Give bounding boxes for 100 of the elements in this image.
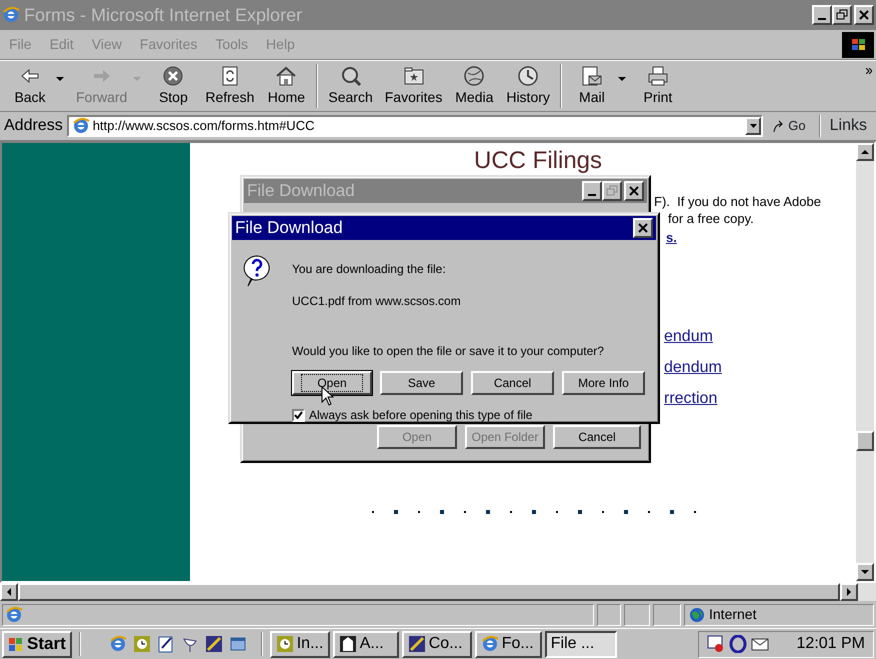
search-button[interactable]: Search [322, 64, 379, 108]
dialog-title: File Download [235, 217, 343, 240]
dialog-button[interactable]: Save [380, 371, 463, 395]
checkbox[interactable] [292, 408, 305, 422]
close-button[interactable] [854, 5, 874, 25]
close-icon [637, 222, 649, 234]
notepad-icon[interactable] [156, 634, 175, 653]
scroll-right-button[interactable] [840, 583, 858, 601]
print-button[interactable]: Print [632, 64, 684, 108]
back-button[interactable]: Back [4, 64, 56, 108]
dialog-button[interactable]: Cancel [553, 425, 641, 449]
arrow-down-icon [861, 570, 869, 574]
minimize-button[interactable] [812, 5, 832, 25]
taskbar-button[interactable]: In... [270, 630, 330, 658]
form-link[interactable]: dendum [664, 357, 722, 379]
checkbox-label: Always ask before opening this type of file [309, 407, 532, 424]
address-label: Address [4, 116, 63, 136]
window-icon[interactable] [228, 634, 247, 653]
dropdown-arrow[interactable] [618, 77, 626, 81]
address-field[interactable]: http://www.scsos.com/forms.htm#UCC [66, 115, 764, 137]
window-title: Forms - Microsoft Internet Explorer [24, 4, 302, 27]
arrow-right-icon [847, 588, 851, 596]
clock-text: 12:01 PM [796, 634, 865, 654]
taskbar-button[interactable]: A... [332, 630, 399, 658]
restore-button[interactable] [832, 5, 852, 25]
close-button[interactable] [624, 181, 644, 201]
taskbar-button[interactable]: Co... [402, 630, 472, 658]
dialog-button[interactable]: Cancel [471, 371, 554, 395]
scroll-down-button[interactable] [856, 563, 874, 581]
caret-icon [750, 124, 757, 128]
windows-logo-icon [8, 636, 24, 652]
status-pane [597, 604, 621, 626]
text-line: F). If you do not have Adobe [654, 193, 821, 210]
chevron-icon[interactable] [866, 68, 872, 74]
dropdown-arrow[interactable] [56, 77, 64, 81]
dialog-title: File Download [247, 180, 355, 202]
close-button[interactable] [633, 218, 653, 238]
restore-icon [836, 9, 848, 21]
clock-icon[interactable] [132, 634, 151, 653]
scrollbar-thumb[interactable] [856, 431, 874, 451]
page-status-icon [5, 606, 23, 624]
globe-icon [689, 606, 705, 622]
stop-icon [162, 64, 184, 86]
mail-button[interactable]: Mail [566, 64, 618, 108]
restore-icon [606, 185, 618, 197]
dialog-button[interactable]: More Info [562, 371, 645, 395]
app-icon [480, 635, 499, 653]
text-line: for a free copy. [668, 210, 754, 227]
history-button[interactable]: History [500, 64, 556, 108]
dialog-button[interactable]: Open [292, 371, 372, 395]
go-arrow-icon [772, 120, 784, 132]
pen-icon[interactable] [204, 634, 223, 653]
form-link[interactable]: endum [664, 326, 713, 348]
folder-icon [402, 64, 425, 86]
app-icon [408, 635, 426, 653]
close-icon [858, 9, 870, 21]
media-button[interactable]: Media [448, 64, 500, 108]
scroll-up-button[interactable] [856, 143, 874, 161]
minimize-icon [818, 18, 826, 20]
printer-icon [646, 64, 669, 86]
browser-icon[interactable] [108, 634, 127, 653]
start-button[interactable]: Start [2, 630, 72, 658]
scroll-left-button[interactable] [0, 583, 18, 601]
taskbar-button[interactable]: Fo... [474, 630, 542, 658]
search-icon [340, 64, 362, 86]
minimize-button[interactable] [582, 181, 602, 201]
house-icon [275, 64, 298, 86]
favorites-button[interactable]: Favorites [378, 64, 448, 108]
dialog-question: Would you like to open the file or save it to your computer? [292, 343, 605, 360]
status-pane [624, 604, 650, 626]
globe-icon [463, 64, 486, 86]
windows-logo-icon [850, 37, 866, 52]
form-link[interactable]: rrection [664, 388, 718, 410]
zone-label: Internet [709, 605, 756, 624]
ring-icon [729, 635, 747, 653]
arrow-up-icon [861, 150, 869, 154]
mail-icon [580, 64, 603, 86]
clock-icon [517, 64, 540, 86]
refresh-button[interactable]: Refresh [199, 64, 260, 108]
scheduler-icon [707, 635, 725, 653]
scrollbar-thumb[interactable] [18, 583, 840, 601]
close-icon [628, 185, 640, 197]
status-pane [653, 604, 681, 626]
home-button[interactable]: Home [260, 64, 312, 108]
address-dropdown[interactable] [745, 117, 762, 135]
arrow-left-icon [7, 588, 11, 596]
file-name-text: UCC1.pdf from www.scsos.com [292, 293, 462, 310]
app-icon [338, 635, 357, 653]
address-url: http://www.scsos.com/forms.htm#UCC [92, 117, 314, 136]
taskbar-button[interactable]: File ... [544, 630, 617, 658]
links-button[interactable]: Links [828, 113, 872, 139]
minimize-icon [588, 194, 596, 196]
restore-button[interactable] [602, 181, 622, 201]
stop-button[interactable]: Stop [147, 64, 200, 108]
page-heading: UCC Filings [474, 147, 604, 175]
go-button[interactable]: Go [767, 115, 811, 137]
ie-logo-icon [2, 6, 20, 24]
app-icon [276, 635, 294, 653]
ie-page-icon [72, 117, 90, 135]
bold-link[interactable]: s. [666, 229, 677, 246]
